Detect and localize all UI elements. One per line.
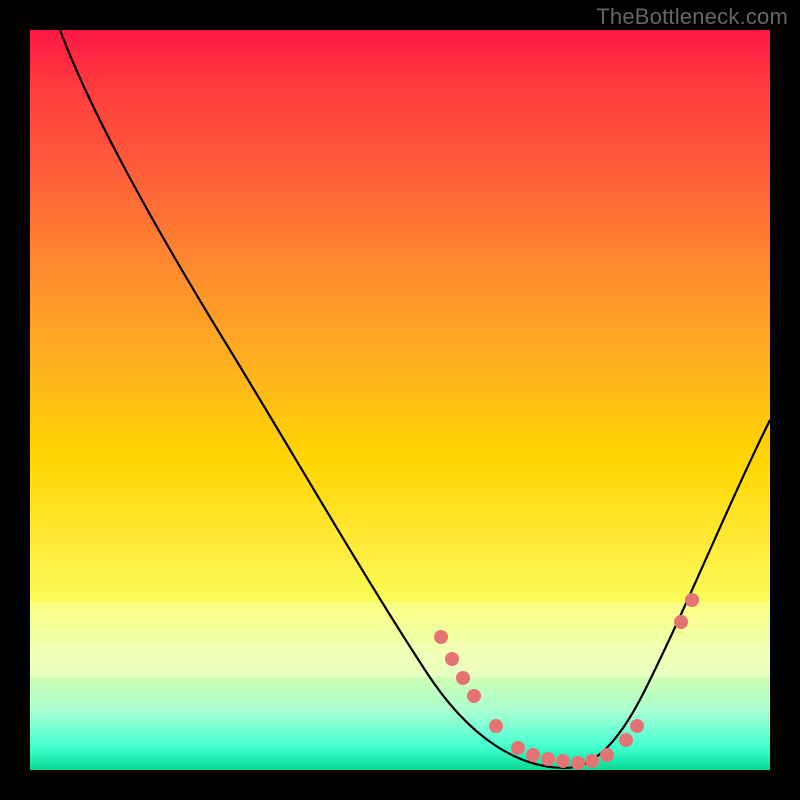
highlight-dot <box>467 689 481 703</box>
highlight-dot <box>489 719 503 733</box>
highlight-dot <box>541 752 555 766</box>
highlight-dot <box>526 748 540 762</box>
highlight-dot <box>619 733 633 747</box>
highlight-dot <box>511 741 525 755</box>
watermark-text: TheBottleneck.com <box>596 4 788 30</box>
highlight-dot <box>685 593 699 607</box>
highlight-dot <box>434 630 448 644</box>
highlight-dot <box>600 748 614 762</box>
highlight-dot <box>456 671 470 685</box>
highlight-dot <box>445 652 459 666</box>
curve-svg <box>30 30 770 770</box>
highlight-dot <box>585 754 599 768</box>
bottleneck-curve <box>60 30 770 768</box>
highlight-dot <box>674 615 688 629</box>
highlight-dot <box>630 719 644 733</box>
highlight-dot <box>556 754 570 768</box>
plot-area <box>30 30 770 770</box>
highlight-dot <box>571 756 585 770</box>
